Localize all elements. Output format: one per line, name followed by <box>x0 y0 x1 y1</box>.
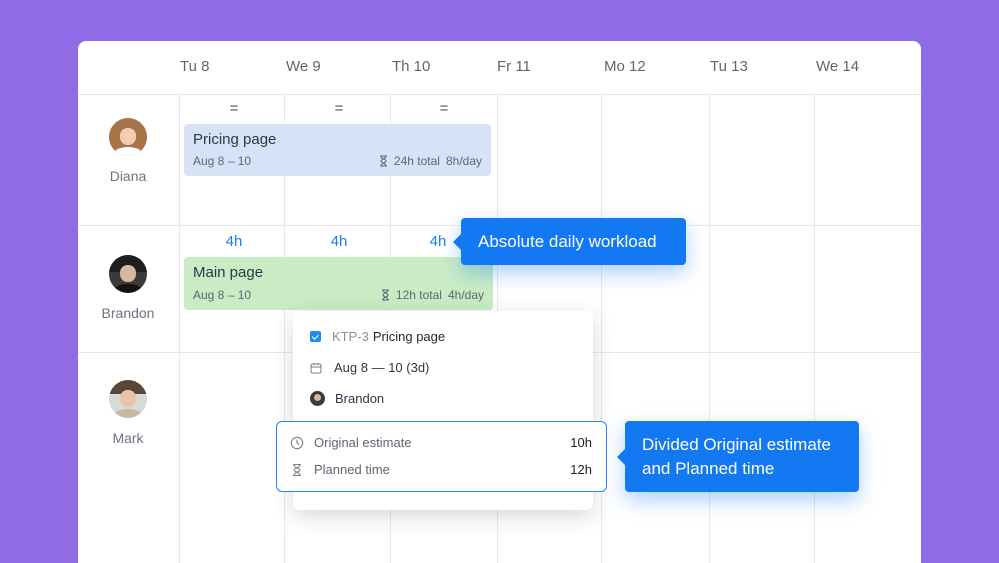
person-name: Brandon <box>101 305 155 321</box>
task-per-day: 8h/day <box>445 154 482 168</box>
planned-time-label: Planned time <box>314 462 390 477</box>
day-header-we14: We 14 <box>816 58 860 75</box>
day-header-th10: Th 10 <box>392 58 431 75</box>
task-checkbox-icon[interactable] <box>310 331 321 342</box>
callout-divided-estimate: Divided Original estimate and Planned ti… <box>617 421 859 492</box>
workload-indicator: = <box>439 100 449 117</box>
day-header-tu13: Tu 13 <box>710 58 748 75</box>
original-estimate-row: Original estimate 10h <box>290 435 592 450</box>
day-header-mo12: Mo 12 <box>604 58 646 75</box>
column-divider <box>179 94 180 563</box>
person-brandon[interactable]: Brandon <box>78 255 178 321</box>
task-key: KTP-3 <box>332 329 369 344</box>
task-key-row: KTP-3 Pricing page <box>310 329 445 344</box>
estimate-highlight-box: Original estimate 10h Planned time 12h <box>276 421 607 492</box>
calendar-icon <box>310 362 322 373</box>
planned-time-row: Planned time 12h <box>290 462 592 477</box>
hourglass-icon <box>293 463 301 476</box>
task-dates: Aug 8 – 10 <box>193 288 252 302</box>
workload-indicator: = <box>334 100 344 117</box>
task-title: Main page <box>193 264 264 281</box>
column-divider <box>709 94 710 563</box>
original-estimate-value[interactable]: 10h <box>570 435 592 450</box>
task-bar-main-page[interactable]: Main page Aug 8 – 10 12h total 4h/day <box>184 257 493 310</box>
task-dates: Aug 8 – 10 <box>193 154 252 168</box>
day-header-fr11: Fr 11 <box>497 58 531 75</box>
task-meta: 12h total 4h/day <box>381 288 484 302</box>
hourglass-icon <box>379 155 387 167</box>
header-divider <box>78 94 921 95</box>
avatar <box>109 118 147 156</box>
planned-time-value[interactable]: 12h <box>570 462 592 477</box>
task-date-row: Aug 8 — 10 (3d) <box>310 360 429 375</box>
workload-hours: 4h <box>225 233 243 250</box>
column-divider <box>601 94 602 563</box>
task-title: Pricing page <box>193 131 277 148</box>
task-total: 24h total <box>393 154 440 168</box>
day-header-we9: We 9 <box>286 58 321 75</box>
task-title[interactable]: Pricing page <box>373 329 445 344</box>
task-total: 12h total <box>395 288 442 302</box>
clock-icon <box>290 436 304 449</box>
column-divider <box>814 94 815 563</box>
avatar <box>109 255 147 293</box>
callout-text: and Planned time <box>642 459 775 478</box>
day-header-tu8: Tu 8 <box>180 58 210 75</box>
workload-indicator: = <box>229 100 239 117</box>
task-date-range[interactable]: Aug 8 — 10 (3d) <box>334 360 429 375</box>
task-assignee-row: Brandon <box>310 391 384 406</box>
callout-text: Divided Original estimate <box>642 435 831 454</box>
person-name: Diana <box>109 168 147 184</box>
task-per-day: 4h/day <box>447 288 484 302</box>
avatar <box>310 391 325 406</box>
hourglass-icon <box>381 289 389 301</box>
callout-text: Absolute daily workload <box>478 232 657 251</box>
workload-hours: 4h <box>330 233 348 250</box>
person-diana[interactable]: Diana <box>78 118 178 184</box>
task-meta: 24h total 8h/day <box>379 154 482 168</box>
person-name: Mark <box>112 430 144 446</box>
avatar <box>109 380 147 418</box>
callout-daily-workload: Absolute daily workload <box>453 218 686 265</box>
original-estimate-label: Original estimate <box>314 435 412 450</box>
task-bar-pricing-page[interactable]: Pricing page Aug 8 – 10 24h total 8h/day <box>184 124 491 176</box>
task-assignee[interactable]: Brandon <box>335 391 384 406</box>
person-mark[interactable]: Mark <box>78 380 178 446</box>
